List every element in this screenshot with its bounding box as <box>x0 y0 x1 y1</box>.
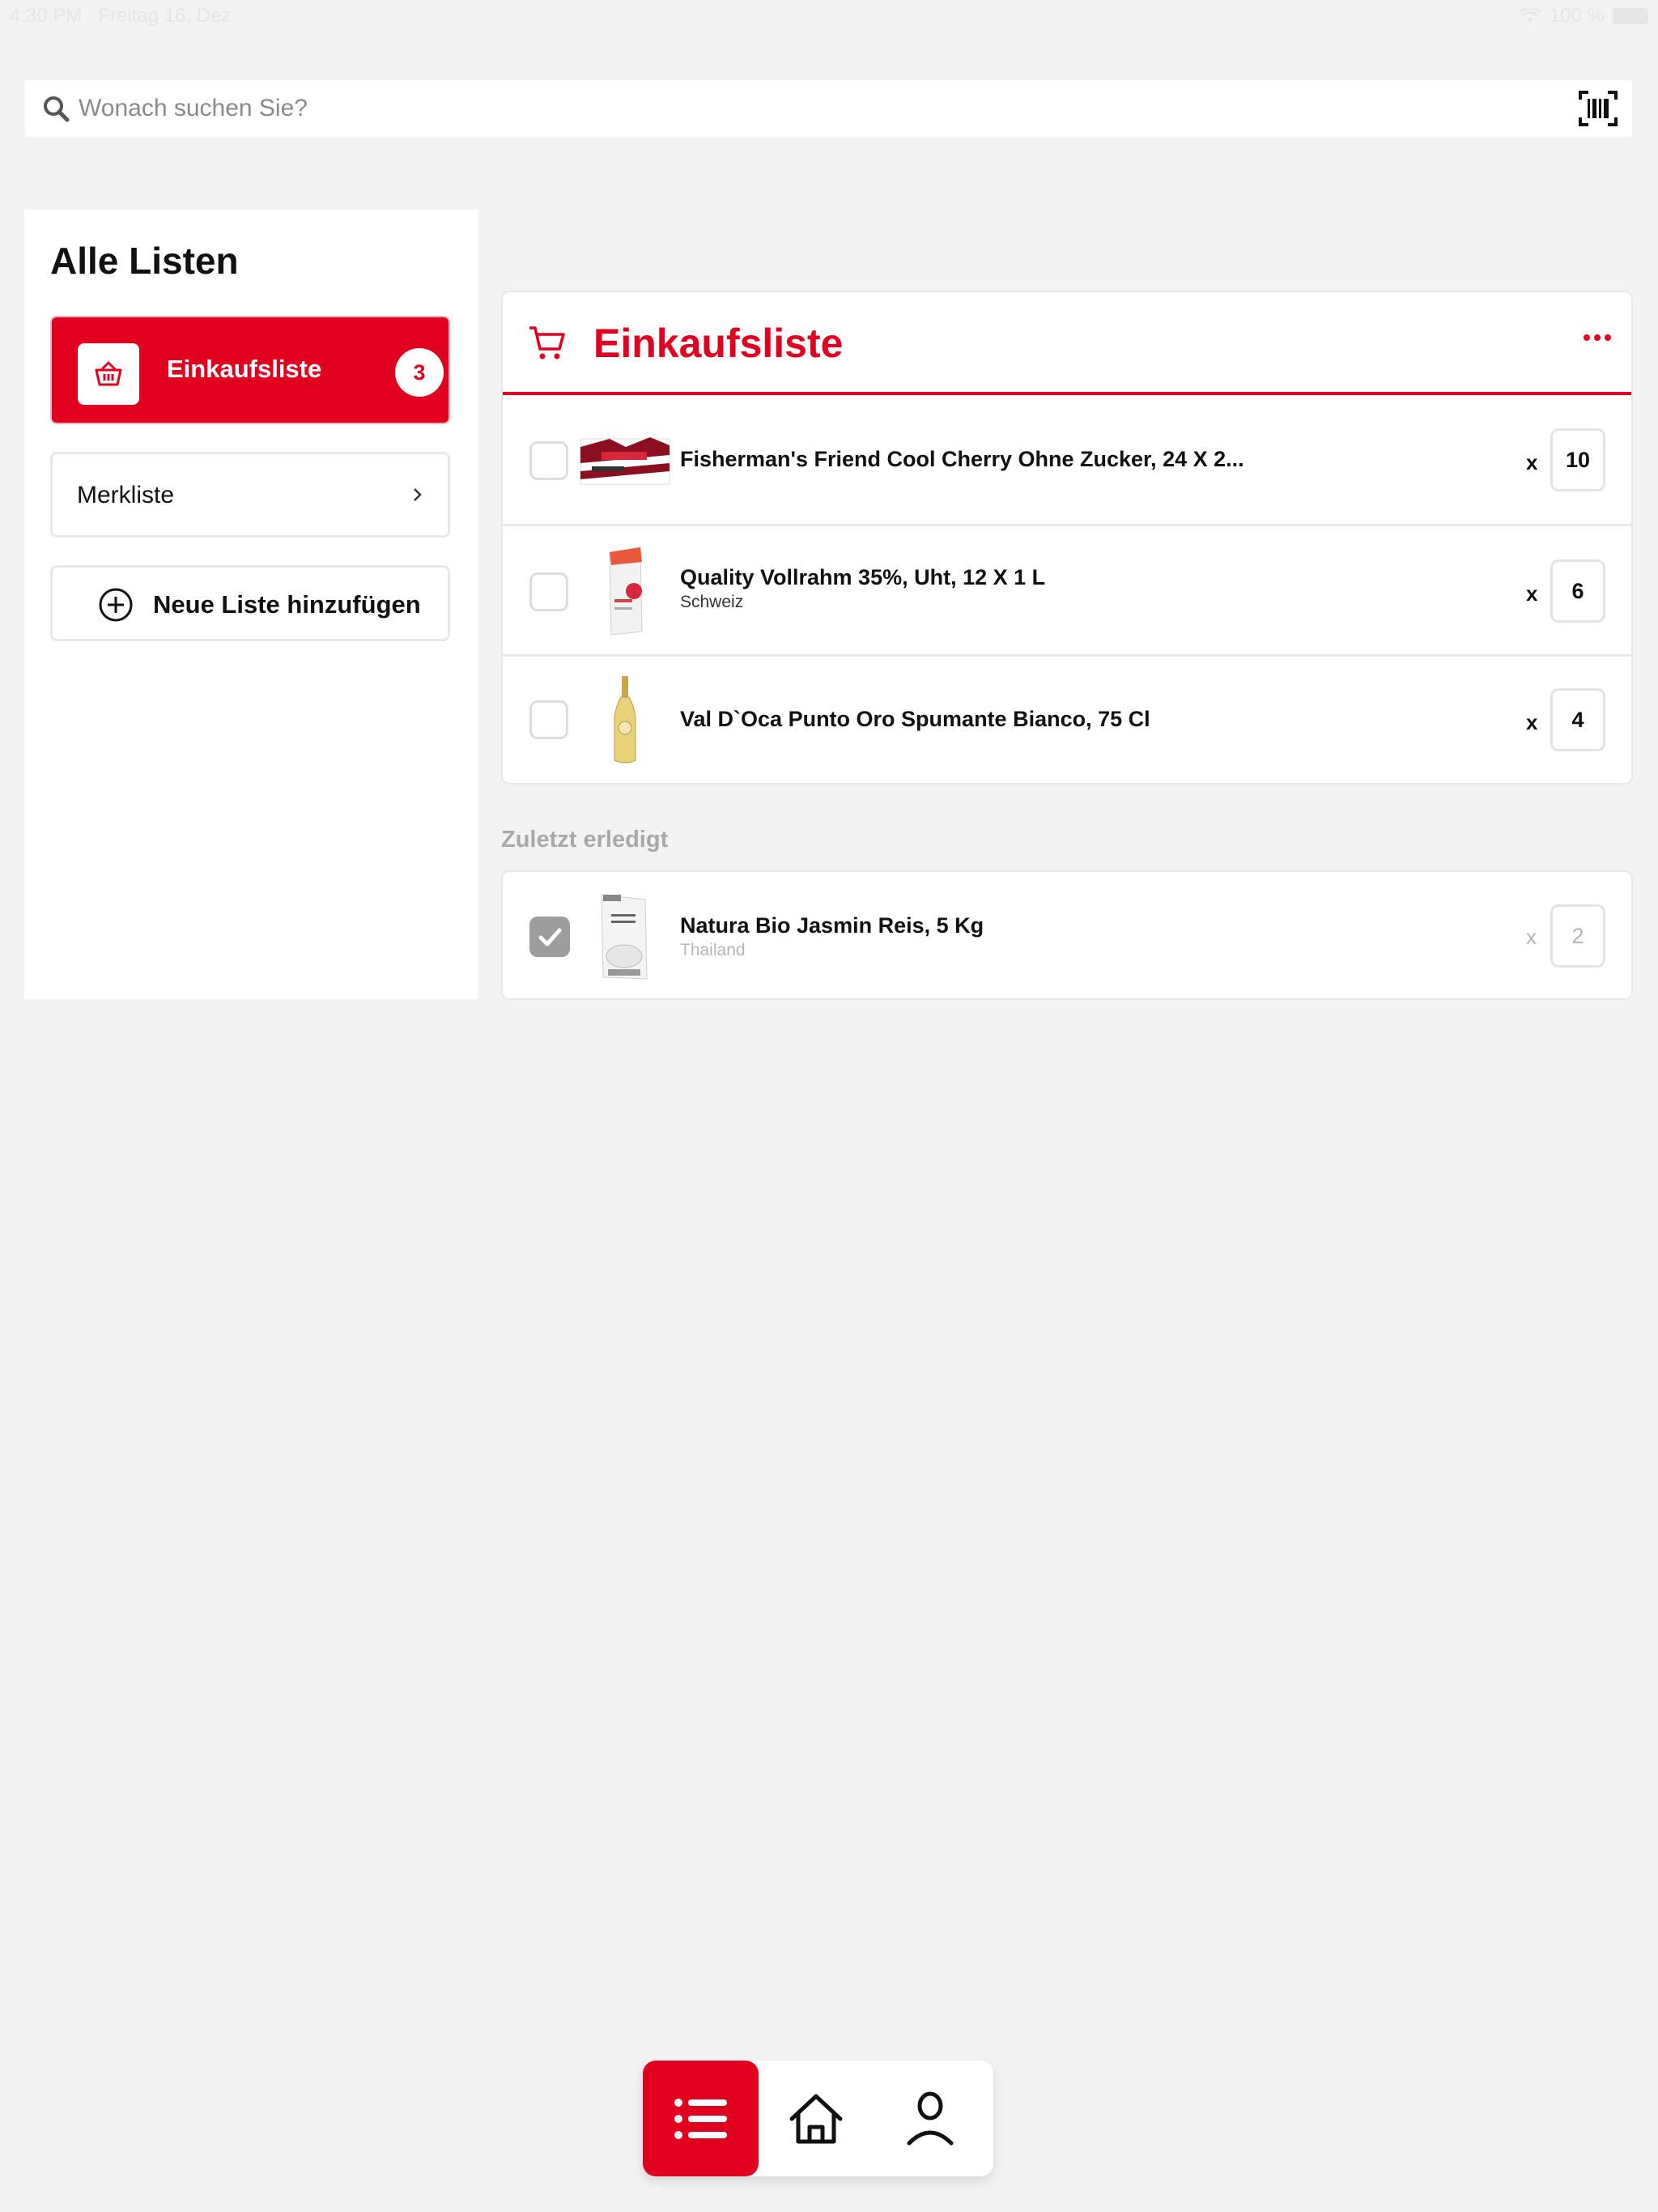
list-item[interactable]: Fisherman's Friend Cool Cherry Ohne Zuck… <box>503 395 1631 526</box>
product-image <box>609 547 643 636</box>
sidebar: Alle Listen Einkaufsliste 3 Merkliste Ne… <box>24 210 478 999</box>
bottom-tab-bar <box>643 2061 993 2176</box>
quantity-field[interactable]: 4 <box>1550 688 1605 751</box>
item-checkbox[interactable] <box>529 572 568 611</box>
product-image <box>601 894 648 980</box>
item-origin: Thailand <box>680 941 746 959</box>
status-right: 100 % <box>1518 5 1648 28</box>
times-sign: x <box>1526 925 1537 949</box>
cart-icon <box>529 326 565 359</box>
wifi-icon <box>1518 8 1541 23</box>
shopping-list-card: Einkaufsliste Fisherman's Friend Cool Ch… <box>501 291 1633 785</box>
status-time: 4:30 PM Freitag 16. Dez <box>10 5 231 28</box>
product-image <box>580 437 670 485</box>
search-icon <box>44 96 70 122</box>
more-icon[interactable] <box>1581 330 1613 346</box>
list-item[interactable]: Natura Bio Jasmin Reis, 5 Kg Thailand x … <box>503 872 1631 1000</box>
item-name: Fisherman's Friend Cool Cherry Ohne Zuck… <box>680 447 1244 471</box>
list-item[interactable]: Quality Vollrahm 35%, Uht, 12 X 1 L Schw… <box>503 526 1631 657</box>
sidebar-item-label: Merkliste <box>77 482 175 508</box>
battery-percent: 100 % <box>1549 5 1605 27</box>
status-bar: 4:30 PM Freitag 16. Dez 100 % <box>0 0 1658 32</box>
item-checkbox-checked[interactable] <box>529 917 570 957</box>
list-item[interactable]: Val D`Oca Punto Oro Spumante Bianco, 75 … <box>503 657 1631 783</box>
quantity-field[interactable]: 2 <box>1550 904 1605 968</box>
home-icon[interactable] <box>787 2090 845 2148</box>
item-name: Quality Vollrahm 35%, Uht, 12 X 1 L <box>680 565 1046 589</box>
product-image <box>614 676 636 764</box>
done-list-card: Natura Bio Jasmin Reis, 5 Kg Thailand x … <box>501 870 1633 1000</box>
checkmark-icon <box>538 928 562 946</box>
status-date: Freitag 16. Dez <box>98 5 232 27</box>
item-checkbox[interactable] <box>529 441 568 480</box>
quantity-field[interactable]: 6 <box>1550 559 1605 623</box>
sidebar-item-merkliste[interactable]: Merkliste <box>50 452 450 538</box>
plus-circle-icon <box>99 588 133 622</box>
times-sign: x <box>1526 581 1538 606</box>
profile-icon[interactable] <box>906 2090 954 2148</box>
recently-done-label: Zuletzt erledigt <box>501 827 669 853</box>
list-header: Einkaufsliste <box>503 292 1631 395</box>
search-input[interactable] <box>79 80 1552 137</box>
status-clock: 4:30 PM <box>10 5 83 27</box>
sidebar-item-label: Einkaufsliste <box>167 355 322 383</box>
times-sign: x <box>1526 710 1538 734</box>
search-bar <box>25 80 1632 137</box>
item-origin: Schweiz <box>680 593 744 611</box>
item-checkbox[interactable] <box>529 700 568 739</box>
add-list-button[interactable]: Neue Liste hinzufügen <box>50 565 450 641</box>
sidebar-title: Alle Listen <box>50 240 239 282</box>
add-list-label: Neue Liste hinzufügen <box>153 590 421 619</box>
barcode-scan-icon[interactable] <box>1579 90 1618 127</box>
tab-lists[interactable] <box>643 2061 759 2176</box>
item-name: Val D`Oca Punto Oro Spumante Bianco, 75 … <box>680 707 1150 731</box>
chevron-right-icon <box>414 488 422 501</box>
list-title: Einkaufsliste <box>593 321 844 366</box>
item-name: Natura Bio Jasmin Reis, 5 Kg <box>680 913 984 938</box>
times-sign: x <box>1526 450 1538 474</box>
quantity-field[interactable]: 10 <box>1550 428 1605 491</box>
basket-icon <box>95 361 122 386</box>
count-badge: 3 <box>395 348 444 397</box>
list-icon <box>674 2098 727 2139</box>
basket-icon-box <box>78 343 139 405</box>
sidebar-item-einkaufsliste[interactable]: Einkaufsliste 3 <box>50 316 450 424</box>
battery-icon <box>1613 8 1648 24</box>
